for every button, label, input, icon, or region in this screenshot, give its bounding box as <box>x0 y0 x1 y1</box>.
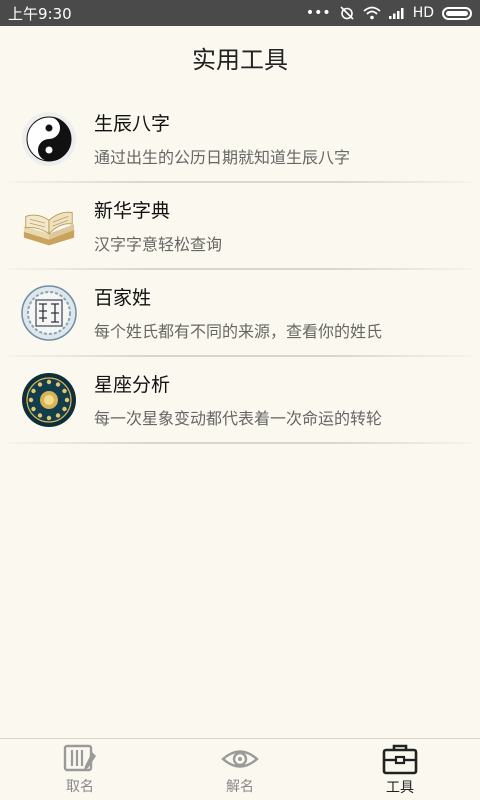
tab-label: 工具 <box>386 779 414 796</box>
page-title: 实用工具 <box>192 45 288 74</box>
yin-yang-icon <box>20 110 78 168</box>
alarm-off-icon <box>340 6 354 20</box>
tool-name: 百家姓 <box>94 287 152 309</box>
tool-desc: 汉字字意轻松查询 <box>94 235 223 254</box>
tool-desc: 每个姓氏都有不同的来源，查看你的姓氏 <box>94 322 383 341</box>
zodiac-wheel-icon <box>20 371 78 429</box>
eye-icon <box>221 749 259 768</box>
tool-list: 生辰八字 通过出生的公历日期就知道生辰八字 新华字典 汉字字意轻松查询 百家姓 … <box>0 96 480 444</box>
tab-label: 取名 <box>66 778 94 795</box>
wifi-icon <box>363 6 381 20</box>
tool-desc: 通过出生的公历日期就知道生辰八字 <box>94 148 351 167</box>
tool-item-zodiac[interactable]: 星座分析 每一次星象变动都代表着一次命运的转轮 <box>0 357 480 442</box>
tool-name: 星座分析 <box>94 374 171 396</box>
status-time: 上午9:30 <box>8 4 72 23</box>
tool-name: 生辰八字 <box>94 113 171 135</box>
tab-interpret[interactable]: 解名 <box>160 739 320 800</box>
tool-item-bazi[interactable]: 生辰八字 通过出生的公历日期就知道生辰八字 <box>0 96 480 181</box>
bottom-tab-bar: 取名 解名 工具 <box>0 738 480 800</box>
status-icons: ••• HD <box>306 5 472 21</box>
tab-naming[interactable]: 取名 <box>0 739 160 800</box>
divider <box>8 442 472 444</box>
tool-desc: 每一次星象变动都代表着一次命运的转轮 <box>94 409 383 428</box>
toolbox-icon <box>382 744 418 774</box>
tab-tools[interactable]: 工具 <box>320 739 480 800</box>
network-type: HD <box>412 5 434 21</box>
battery-icon <box>442 6 472 20</box>
tool-item-dictionary[interactable]: 新华字典 汉字字意轻松查询 <box>0 183 480 268</box>
book-icon <box>20 197 78 255</box>
surname-seal-icon <box>20 284 78 342</box>
more-dots-icon: ••• <box>305 5 331 21</box>
signal-icon <box>388 8 404 19</box>
status-bar: 上午9:30 ••• HD <box>0 0 480 26</box>
tool-item-surnames[interactable]: 百家姓 每个姓氏都有不同的来源，查看你的姓氏 <box>0 270 480 355</box>
tool-name: 新华字典 <box>94 200 171 222</box>
naming-icon <box>63 744 96 771</box>
tab-label: 解名 <box>226 778 254 795</box>
